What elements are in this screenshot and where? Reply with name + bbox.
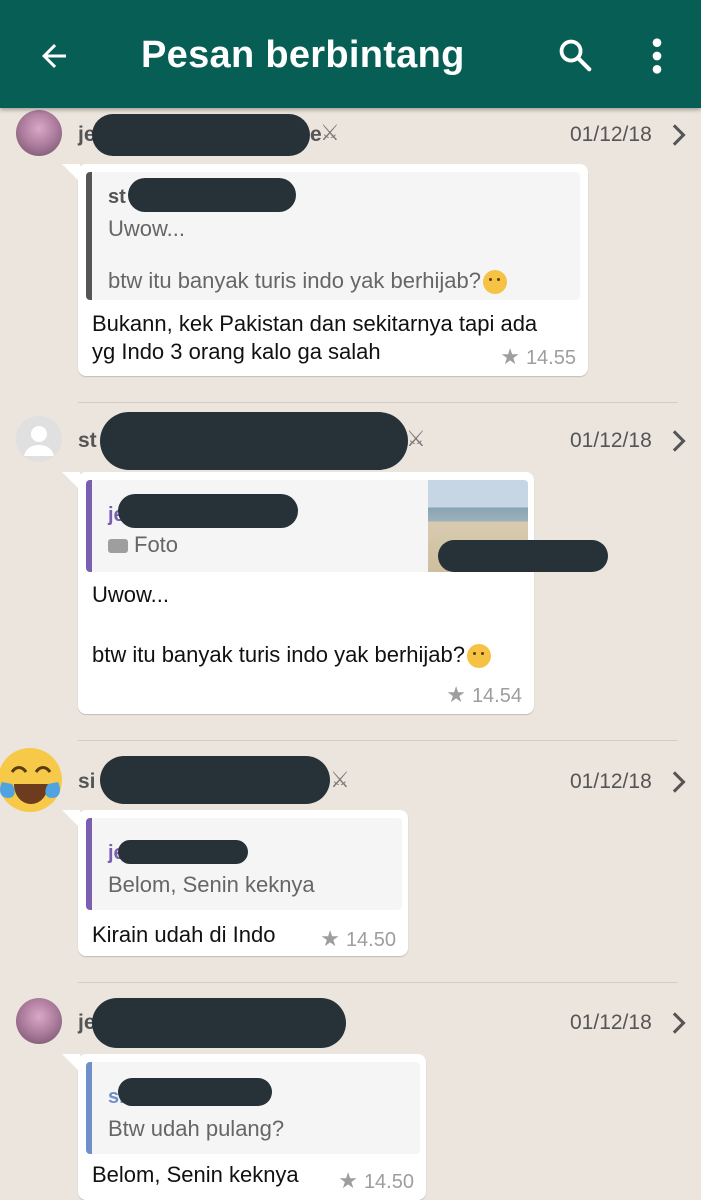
quoted-text-line: Belom, Senin keknya <box>108 872 315 897</box>
message-text-line: btw itu banyak turis indo yak berhijab? <box>92 642 491 669</box>
crossed-swords-icon: ⚔ <box>320 120 340 145</box>
message-text-line: yg Indo 3 orang kalo ga salah <box>92 339 381 364</box>
laughing-emoji-avatar[interactable] <box>0 744 66 818</box>
message-date: 01/12/18 <box>570 770 652 793</box>
redacted-block <box>100 756 330 804</box>
crossed-swords-icon: ⚔ <box>330 767 350 792</box>
message-bubble[interactable]: je Foto Uwow... btw itu banyak turis ind… <box>62 472 534 714</box>
message-bubble[interactable]: si Btw udah pulang? Belom, Senin keknya … <box>62 1054 426 1200</box>
starred-message-item[interactable]: si ⚔ 01/12/18 je Belom, Senin keknya Kir… <box>0 744 701 974</box>
avatar[interactable] <box>16 416 62 462</box>
avatar[interactable] <box>16 110 62 156</box>
redacted-block <box>438 540 608 572</box>
sender-name: st <box>78 429 97 452</box>
search-icon[interactable] <box>556 36 594 74</box>
default-avatar-icon <box>24 426 54 456</box>
redacted-block <box>128 178 296 212</box>
message-text-line: Belom, Senin keknya <box>92 1162 299 1187</box>
chevron-right-icon[interactable] <box>670 430 686 452</box>
quoted-text-line: btw itu banyak turis indo yak berhijab? <box>108 268 507 295</box>
thinking-face-emoji <box>483 270 507 295</box>
app-bar: Pesan berbintang <box>0 0 701 108</box>
star-icon: ★ <box>500 344 520 369</box>
avatar[interactable] <box>16 998 62 1044</box>
message-time: ★ 14.50 <box>320 926 396 951</box>
message-text-line: Kirain udah di Indo <box>92 922 276 947</box>
redacted-block <box>118 840 248 864</box>
message-time: ★ 14.55 <box>500 344 576 369</box>
message-text-line: Bukann, kek Pakistan dan sekitarnya tapi… <box>92 311 538 336</box>
star-icon: ★ <box>320 926 340 951</box>
message-date: 01/12/18 <box>570 429 652 452</box>
chevron-right-icon[interactable] <box>670 771 686 793</box>
chevron-right-icon[interactable] <box>670 1012 686 1034</box>
message-bubble[interactable]: je Belom, Senin keknya Kirain udah di In… <box>62 810 408 956</box>
star-icon: ★ <box>338 1168 358 1193</box>
back-arrow-icon[interactable] <box>36 38 72 74</box>
divider <box>78 982 678 983</box>
redacted-block <box>92 998 346 1048</box>
redacted-block <box>118 494 298 528</box>
message-date: 01/12/18 <box>570 123 652 146</box>
quoted-sender: st <box>108 186 126 208</box>
divider <box>78 402 678 403</box>
message-text-line: Uwow... <box>92 582 170 607</box>
star-icon: ★ <box>446 682 466 707</box>
quoted-text-line: Uwow... <box>108 216 186 241</box>
starred-message-item[interactable]: je 01/12/18 si Btw udah pulang? Belom, S… <box>0 996 701 1200</box>
divider <box>78 740 678 741</box>
sender-name: si <box>78 770 96 793</box>
quoted-text-line: Btw udah pulang? <box>108 1116 285 1141</box>
crossed-swords-icon: ⚔ <box>406 426 426 451</box>
thinking-face-emoji <box>467 644 491 669</box>
starred-message-item[interactable]: je e ⚔ 01/12/18 st Uwow... btw itu banya… <box>0 108 701 398</box>
redacted-block <box>118 1078 272 1106</box>
more-options-icon[interactable] <box>642 36 672 76</box>
page-title: Pesan berbintang <box>141 34 465 76</box>
message-time: ★ 14.50 <box>338 1168 414 1193</box>
redacted-block <box>100 412 408 470</box>
chevron-right-icon[interactable] <box>670 124 686 146</box>
starred-message-item[interactable]: st ⚔ 01/12/18 je Foto Uwow... btw itu ba… <box>0 412 701 734</box>
message-date: 01/12/18 <box>570 1011 652 1034</box>
quoted-message[interactable]: st Uwow... btw itu banyak turis indo yak… <box>86 172 580 300</box>
message-time: ★ 14.54 <box>446 682 522 707</box>
quoted-text-line: Foto <box>108 532 178 558</box>
message-bubble[interactable]: st Uwow... btw itu banyak turis indo yak… <box>62 164 588 376</box>
camera-icon <box>108 539 128 554</box>
redacted-block <box>92 114 310 156</box>
quoted-message[interactable]: je Belom, Senin keknya <box>86 818 402 910</box>
quoted-message[interactable]: si Btw udah pulang? <box>86 1062 420 1154</box>
